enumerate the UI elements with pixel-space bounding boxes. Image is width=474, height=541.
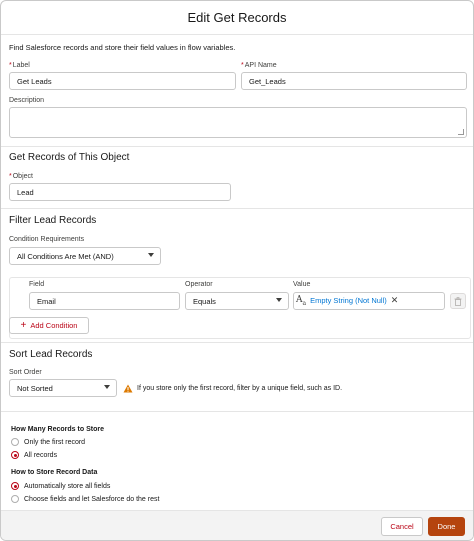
delete-condition-button[interactable]	[450, 293, 466, 309]
radio-label-only-first-record: Only the first record	[24, 439, 86, 446]
sort-order-select[interactable]: Not Sorted	[9, 379, 117, 397]
required-marker: *	[9, 173, 12, 180]
section-divider	[1, 146, 473, 147]
object-field-label: *Object	[9, 173, 33, 180]
label-input[interactable]: Get Leads	[9, 72, 236, 90]
cancel-button-label: Cancel	[390, 522, 414, 531]
value-column-header: Value	[293, 281, 311, 288]
description-textarea[interactable]	[9, 107, 467, 138]
done-button-label: Done	[437, 522, 456, 531]
add-icon: +	[20, 319, 27, 331]
api-name-input-value: Get_Leads	[249, 76, 286, 86]
required-marker: *	[241, 62, 244, 69]
condition-operator-select[interactable]: Equals	[185, 292, 289, 310]
close-icon[interactable]: ✕	[391, 295, 399, 306]
sort-order-label: Sort Order	[9, 369, 42, 376]
cancel-button[interactable]: Cancel	[381, 517, 423, 536]
resize-handle[interactable]	[458, 129, 464, 135]
delete-icon	[454, 296, 462, 306]
label-input-value: Get Leads	[17, 76, 52, 86]
label-field-label: *Label	[9, 62, 30, 69]
operator-column-header: Operator	[185, 281, 213, 288]
condition-value-pill: Aa Empty String (Not Null) ✕	[296, 295, 398, 307]
section-divider	[1, 342, 473, 343]
radio-choose-fields[interactable]	[11, 495, 19, 503]
condition-requirements-value: All Conditions Are Met (AND)	[17, 251, 114, 261]
condition-field-input[interactable]: Email	[29, 292, 180, 310]
section-divider	[1, 411, 473, 412]
radio-label-choose-fields: Choose fields and let Salesforce do the …	[24, 496, 160, 503]
object-section-title: Get Records of This Object	[9, 152, 130, 163]
sort-order-value: Not Sorted	[17, 383, 53, 393]
done-button[interactable]: Done	[428, 517, 465, 536]
condition-field-value: Email	[37, 296, 56, 306]
section-divider	[1, 208, 473, 209]
required-marker: *	[9, 62, 12, 69]
field-column-header: Field	[29, 281, 45, 288]
description-label: Description	[9, 97, 45, 104]
edit-get-records-modal: Edit Get Records Find Salesforce records…	[0, 0, 474, 541]
add-condition-button[interactable]: + Add Condition	[9, 317, 89, 334]
modal-title: Edit Get Records	[187, 10, 287, 25]
api-name-input[interactable]: Get_Leads	[241, 72, 467, 90]
condition-requirements-select[interactable]: All Conditions Are Met (AND)	[9, 247, 161, 265]
text-type-icon: Aa	[296, 295, 307, 307]
object-input-value: Lead	[17, 187, 34, 197]
modal-footer: Cancel Done	[1, 510, 473, 540]
condition-operator-value: Equals	[193, 296, 216, 306]
intro-text: Find Salesforce records and store their …	[9, 43, 236, 52]
radio-all-records[interactable]	[11, 451, 19, 459]
modal-body: Find Salesforce records and store their …	[1, 36, 473, 509]
sort-warning-text: If you store only the first record, filt…	[137, 385, 343, 392]
add-condition-label: Add Condition	[30, 321, 78, 330]
condition-value-text: Empty String (Not Null)	[310, 296, 387, 306]
how-to-store-title: How to Store Record Data	[11, 469, 98, 476]
warning-icon	[123, 384, 133, 395]
chevron-down-icon	[276, 298, 282, 302]
condition-requirements-label: Condition Requirements	[9, 236, 85, 243]
api-name-field-label: *API Name	[241, 62, 277, 69]
filter-section-title: Filter Lead Records	[9, 215, 97, 226]
radio-label-auto-store-all-fields: Automatically store all fields	[24, 483, 111, 490]
modal-header: Edit Get Records	[1, 1, 473, 35]
chevron-down-icon	[104, 385, 110, 389]
radio-only-first-record[interactable]	[11, 438, 19, 446]
chevron-down-icon	[148, 253, 154, 257]
radio-label-all-records: All records	[24, 452, 58, 459]
object-input[interactable]: Lead	[9, 183, 231, 201]
sort-section-title: Sort Lead Records	[9, 349, 93, 360]
how-many-records-title: How Many Records to Store	[11, 426, 104, 433]
radio-auto-store-all-fields[interactable]	[11, 482, 19, 490]
